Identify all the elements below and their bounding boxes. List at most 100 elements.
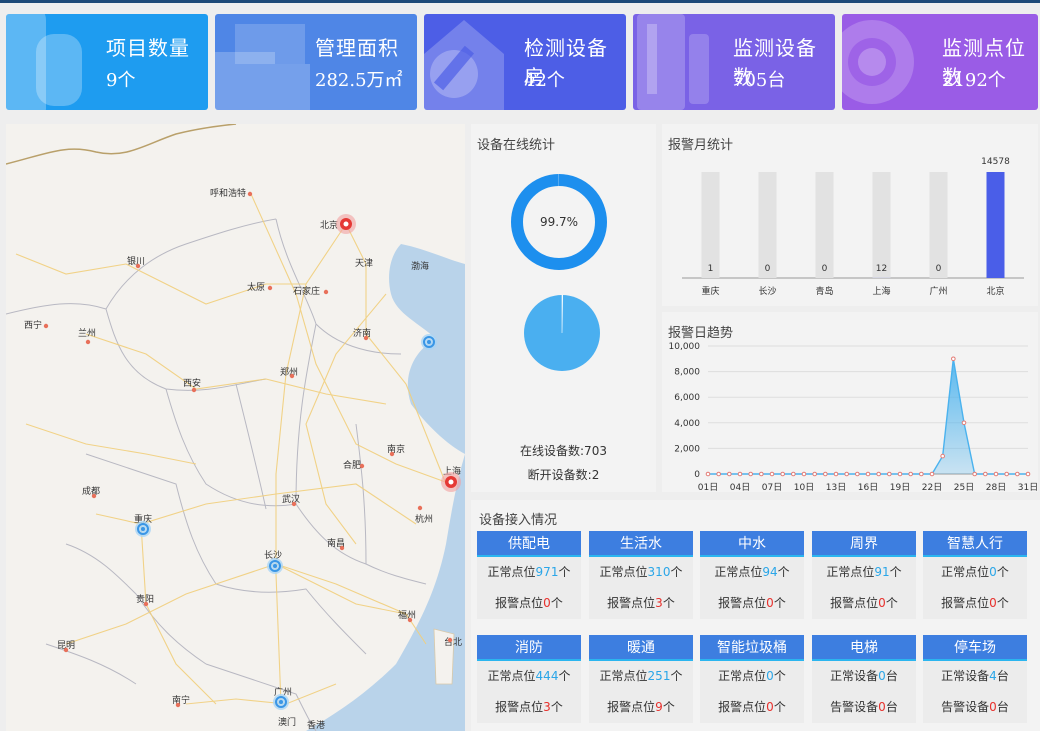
data-point [1015,471,1020,477]
project-marker-changsha[interactable] [267,558,283,574]
access-card-title: 停车场 [923,635,1027,661]
data-point [855,471,860,477]
normal-label: 正常设备 [830,669,879,683]
alarm-unit: 个 [662,700,675,714]
y-tick-label: 10,000 [669,342,701,352]
city-label: 成都 [82,485,100,497]
alarm-value: 0 [766,700,774,714]
category-label: 重庆 [701,285,719,297]
alarm-count-row: 告警设备0台 [812,692,916,723]
alarm-label: 报警点位 [607,596,656,610]
alarm-label: 报警点位 [718,596,767,610]
top-accent-line [0,0,1040,3]
china-map[interactable]: 呼和浩特 北京 天津 银川 太原 石家庄 渤海 西宁 兰州 济南 郑州 西安 合… [6,124,465,731]
alarm-count-row: 报警点位3个 [589,588,693,619]
normal-unit: 个 [558,565,571,579]
alarm-marker-shanghai[interactable] [441,472,461,492]
kpi-value: 2192个 [942,70,1006,91]
access-card[interactable]: 电梯 正常设备0台 告警设备0台 [812,635,916,723]
normal-count-row: 正常点位94个 [700,557,804,588]
access-card[interactable]: 中水 正常点位94个 报警点位0个 [700,531,804,619]
normal-count-row: 正常点位971个 [477,557,581,588]
normal-unit: 个 [777,565,790,579]
city-label: 郑州 [280,366,298,378]
x-tick-label: 04日 [730,482,750,492]
x-tick-label: 25日 [954,482,974,492]
data-point [887,471,892,477]
data-point [993,471,999,477]
city-label: 南京 [387,443,405,455]
kpi-monitor-points[interactable]: 监测点位数 2192个 [842,14,1038,110]
city-label: 兰州 [78,327,96,339]
access-card[interactable]: 生活水 正常点位310个 报警点位3个 [589,531,693,619]
city-label: 济南 [353,327,371,339]
city-label: 呼和浩特 [210,187,246,199]
device-access-panel: 设备接入情况 供配电 正常点位971个 报警点位0个 生活水 正常点位310个 报警点位3… [471,500,1040,731]
bar-value-label: 0 [936,264,942,274]
normal-value: 91 [874,565,890,579]
access-card[interactable]: 周界 正常点位91个 报警点位0个 [812,531,916,619]
data-point [737,471,743,477]
data-point [876,471,881,477]
y-tick-label: 0 [694,470,700,480]
access-card[interactable]: 智能垃圾桶 正常点位0个 报警点位0个 [700,635,804,723]
project-marker-chongqing[interactable] [135,521,151,537]
bar-value-label: 1 [708,264,714,274]
kpi-managed-area[interactable]: 管理面积 282.5万㎡ [215,14,417,110]
trend-line [708,358,1028,475]
alarm-unit: 个 [550,596,563,610]
online-stats-panel: 设备在线统计 99.7% 在线设备数:703 断开设备数:2 [471,124,656,492]
normal-count-row: 正常点位0个 [700,661,804,692]
bar-track [758,172,777,278]
access-card[interactable]: 停车场 正常设备4台 告警设备0台 [923,635,1027,723]
alarm-marker-beijing[interactable] [336,214,356,234]
x-tick-label: 13日 [826,482,846,492]
kpi-value: 282.5万㎡ [315,70,403,91]
alarm-count-row: 报警点位0个 [923,588,1027,619]
normal-label: 正常点位 [487,565,536,579]
alarm-value: 0 [989,700,997,714]
alarm-day-panel: 报警日趋势 0 2,000 4,000 6,000 8,000 10,000 01日 04日 0… [662,312,1038,492]
data-point [727,471,732,477]
normal-unit: 台 [885,669,898,683]
data-point [983,471,988,477]
x-tick-label: 31日 [1018,482,1038,492]
bar-track [872,172,891,278]
access-card[interactable]: 暖通 正常点位251个 报警点位9个 [589,635,693,723]
road-network [15,193,452,705]
city-label: 香港 [307,719,325,731]
y-tick-label: 6,000 [674,393,700,403]
bar-value-label: 0 [822,264,828,274]
alarm-label: 报警点位 [941,596,990,610]
alarm-day-area-chart: 0 2,000 4,000 6,000 8,000 10,000 01日 04日 07日 10日 1… [669,342,1039,492]
access-card-title: 中水 [700,531,804,557]
normal-value: 444 [535,669,559,683]
normal-label: 正常点位 [599,669,648,683]
access-card[interactable]: 供配电 正常点位971个 报警点位0个 [477,531,581,619]
alarm-unit: 个 [885,596,898,610]
kpi-title: 项目数量 [106,36,190,60]
alarm-count-row: 报警点位0个 [700,588,804,619]
kpi-project-count[interactable]: 项目数量 9个 [6,14,208,110]
panel-title: 设备在线统计 [477,138,556,153]
alarm-month-bar-chart: 1 重庆 0 长沙 0 青岛 12 上海 0 广州 14578 北京 [682,157,1024,297]
kpi-monitor-devices[interactable]: 监测设备数 705台 [633,14,835,110]
kpi-detection-rooms[interactable]: 检测设备房 42个 [424,14,626,110]
data-point [769,471,775,477]
normal-unit: 个 [670,565,683,579]
project-marker-qingdao[interactable] [421,334,437,350]
bar-value-label: 12 [876,264,887,274]
data-point [823,471,828,477]
normal-value: 0 [989,565,997,579]
city-label: 石家庄 [293,285,320,297]
project-marker-guangzhou[interactable] [273,694,289,710]
normal-value: 971 [535,565,559,579]
normal-unit: 个 [889,565,902,579]
normal-value: 4 [989,669,997,683]
city-label: 福州 [398,609,416,621]
city-label: 西安 [183,377,201,389]
x-tick-label: 19日 [890,482,910,492]
access-card[interactable]: 消防 正常点位444个 报警点位3个 [477,635,581,723]
access-card[interactable]: 智慧人行 正常点位0个 报警点位0个 [923,531,1027,619]
kpi-value: 705台 [733,70,786,91]
